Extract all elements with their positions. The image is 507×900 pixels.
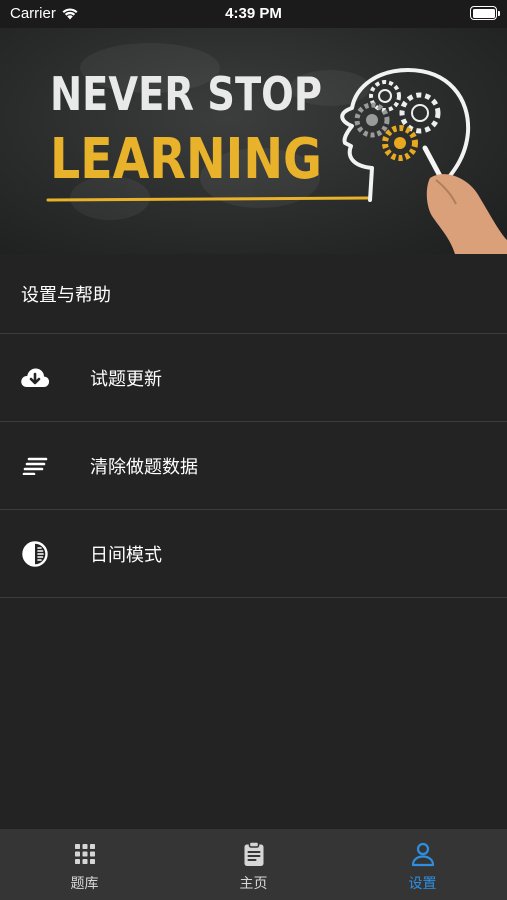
banner-line1: NEVER STOP xyxy=(50,67,322,121)
status-bar: Carrier 4:39 PM xyxy=(0,0,507,28)
menu-item-clear-data[interactable]: 清除做题数据 xyxy=(0,422,507,510)
menu-item-label: 试题更新 xyxy=(90,368,162,390)
cloud-download-icon xyxy=(20,363,50,393)
grid-icon xyxy=(74,844,95,864)
menu-item-day-mode[interactable]: 日间模式 xyxy=(0,510,507,598)
menu-item-label: 清除做题数据 xyxy=(90,456,198,478)
clipboard-icon xyxy=(244,841,263,866)
status-right xyxy=(470,6,500,20)
section-title: 设置与帮助 xyxy=(21,284,111,306)
status-time: 4:39 PM xyxy=(225,5,282,22)
tab-question-bank[interactable]: 题库 xyxy=(0,829,169,900)
hand-illustration xyxy=(422,145,507,254)
tab-bar: 题库 主页 设置 xyxy=(0,829,507,900)
person-icon xyxy=(411,842,434,867)
tab-label: 设置 xyxy=(408,876,437,892)
tab-home[interactable]: 主页 xyxy=(169,829,338,900)
menu-item-label: 日间模式 xyxy=(90,544,162,566)
banner-illustration: NEVER STOP LEARNING xyxy=(46,43,507,254)
banner-image: NEVER STOP LEARNING xyxy=(0,28,507,254)
clear-lines-icon xyxy=(20,451,50,481)
tab-settings[interactable]: 设置 xyxy=(338,829,507,900)
battery-icon xyxy=(470,6,500,20)
banner-line2: LEARNING xyxy=(50,127,322,192)
tab-label: 主页 xyxy=(239,876,268,892)
menu-item-update-questions[interactable]: 试题更新 xyxy=(0,334,507,422)
contrast-icon xyxy=(20,539,50,569)
tab-label: 题库 xyxy=(70,876,99,892)
section-header: 设置与帮助 xyxy=(0,254,507,334)
